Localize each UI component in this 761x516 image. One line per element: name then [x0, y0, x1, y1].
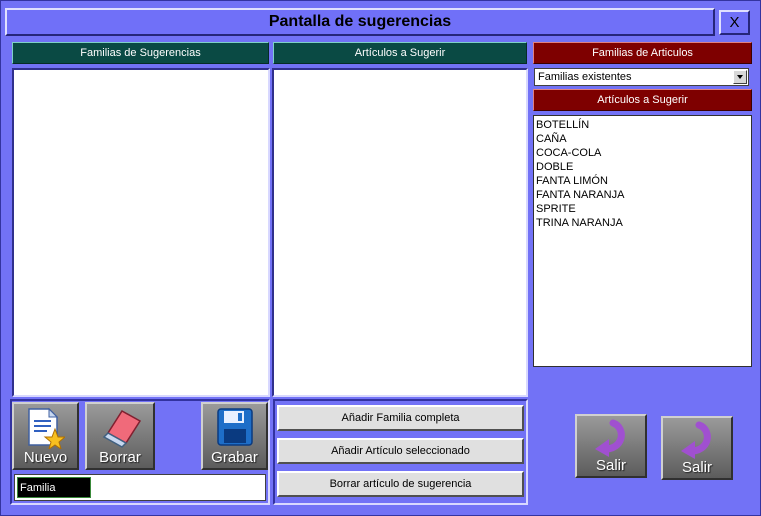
eraser-icon — [102, 410, 142, 448]
remove-article-button[interactable]: Borrar artículo de sugerencia — [277, 471, 524, 497]
save-button-label: Grabar — [211, 449, 258, 466]
suggested-articles-header: Artículos a Sugerir — [273, 42, 527, 64]
suggestions-window: Pantalla de sugerencias X Familias de Su… — [0, 0, 761, 516]
list-item[interactable]: FANTA NARANJA — [534, 188, 751, 202]
available-articles-list[interactable]: BOTELLÍN CAÑA COCA-COLA DOBLE FANTA LIMÓ… — [533, 115, 752, 367]
chevron-down-icon[interactable] — [733, 70, 747, 84]
curved-arrow-icon — [595, 419, 625, 457]
families-header: Familias de Sugerencias — [12, 42, 269, 64]
exit-button-2-label: Salir — [681, 459, 712, 476]
exit-button-2[interactable]: Salir — [661, 416, 733, 480]
title-bar: Pantalla de sugerencias — [5, 8, 715, 36]
list-item[interactable]: COCA-COLA — [534, 146, 751, 160]
save-button[interactable]: Grabar — [201, 402, 268, 470]
suggested-articles-list[interactable] — [272, 68, 528, 397]
list-item[interactable]: DOBLE — [534, 160, 751, 174]
delete-button-label: Borrar — [99, 449, 141, 466]
list-item[interactable]: BOTELLÍN — [534, 118, 751, 132]
floppy-disk-icon — [217, 408, 253, 446]
new-button-label: Nuevo — [23, 449, 68, 466]
family-field: Familia — [14, 474, 266, 501]
family-input[interactable] — [93, 477, 263, 498]
delete-button[interactable]: Borrar — [85, 402, 155, 470]
family-field-label: Familia — [17, 477, 91, 498]
exit-button-1-label: Salir — [595, 457, 626, 474]
article-families-select-value: Familias existentes — [538, 71, 632, 83]
available-articles-header: Artículos a Sugerir — [533, 89, 752, 111]
article-families-select[interactable]: Familias existentes — [534, 68, 749, 86]
new-document-icon — [28, 407, 65, 449]
exit-button-1[interactable]: Salir — [575, 414, 647, 478]
article-families-header: Familias de Articulos — [533, 42, 752, 64]
list-item[interactable]: CAÑA — [534, 132, 751, 146]
close-button[interactable]: X — [719, 10, 750, 35]
add-family-button[interactable]: Añadir Familia completa — [277, 405, 524, 431]
list-item[interactable]: TRINA NARANJA — [534, 216, 751, 230]
curved-arrow-icon — [681, 421, 711, 459]
window-title: Pantalla de sugerencias — [268, 13, 452, 30]
list-item[interactable]: FANTA LIMÓN — [534, 174, 751, 188]
add-article-button[interactable]: Añadir Artículo seleccionado — [277, 438, 524, 464]
families-list[interactable] — [12, 68, 270, 397]
list-item[interactable]: SPRITE — [534, 202, 751, 216]
new-button[interactable]: Nuevo — [12, 402, 79, 470]
